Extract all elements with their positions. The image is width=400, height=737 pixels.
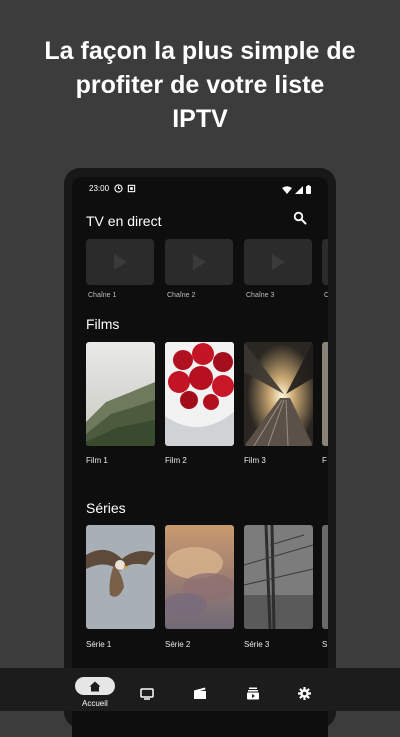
sync-icon [114,184,123,193]
channel-card[interactable]: Chaîne 2 [165,239,233,299]
play-icon [193,254,206,270]
series-poster [86,525,155,629]
movies-title: Films [86,316,120,332]
channel-thumbnail [86,239,154,285]
play-icon [114,254,127,270]
series-title: Séries [86,500,126,516]
channel-thumbnail [322,239,328,285]
movie-label: Film 1 [86,456,108,465]
app-screen: 23:00 TV en direct Chaîne 1 Chaîne 2 Cha… [72,177,328,737]
channel-card[interactable]: C [322,239,328,299]
battery-icon [306,185,311,194]
series-poster [244,525,313,629]
headline-line-2: profiter de votre liste [75,71,325,99]
channel-card[interactable]: Chaîne 1 [86,239,154,299]
movie-poster [244,342,313,446]
status-bar: 23:00 [72,177,328,199]
movie-card[interactable]: F [322,342,328,465]
series-label: Série 3 [244,640,270,649]
movie-card[interactable]: Film 1 [86,342,155,465]
movie-label: Film 2 [165,456,187,465]
movie-card[interactable]: Film 3 [244,342,313,465]
live-tv-title: TV en direct [86,213,162,229]
notification-icon [127,184,136,193]
settings-icon[interactable] [298,687,311,700]
series-card[interactable]: Série 1 [86,525,155,649]
channel-thumbnail [165,239,233,285]
channel-label: C [324,292,328,299]
series-label: Série 1 [86,640,112,649]
search-icon[interactable] [293,211,307,225]
play-icon [272,254,285,270]
headline-line-3: IPTV [172,105,228,133]
series-card[interactable]: S [322,525,328,649]
wifi-icon [282,185,292,194]
movie-label: F [322,456,327,465]
series-card[interactable]: Série 3 [244,525,313,649]
signal-icon [295,185,303,194]
series-card[interactable]: Série 2 [165,525,234,649]
movie-icon[interactable] [193,687,207,700]
nav-home-label: Accueil [82,699,108,708]
series-poster [165,525,234,629]
channel-label: Chaîne 1 [88,292,117,299]
movie-card[interactable]: Film 2 [165,342,234,465]
movie-poster [86,342,155,446]
status-icons [282,185,311,194]
headline-line-1: La façon la plus simple de [44,37,356,65]
series-label: S [322,640,328,649]
channel-label: Chaîne 3 [246,292,275,299]
series-poster [322,525,328,629]
channel-label: Chaîne 2 [167,292,196,299]
phone-frame: 23:00 TV en direct Chaîne 1 Chaîne 2 Cha… [64,168,336,737]
movie-label: Film 3 [244,456,266,465]
movie-poster [165,342,234,446]
subscriptions-icon[interactable] [246,687,260,700]
channel-thumbnail [244,239,312,285]
tv-icon[interactable] [140,688,154,700]
promo-headline: La façon la plus simple de profiter de v… [0,34,400,136]
movie-poster [322,342,328,446]
series-label: Série 2 [165,640,191,649]
status-time: 23:00 [89,184,110,193]
home-icon [89,681,101,692]
channel-card[interactable]: Chaîne 3 [244,239,312,299]
